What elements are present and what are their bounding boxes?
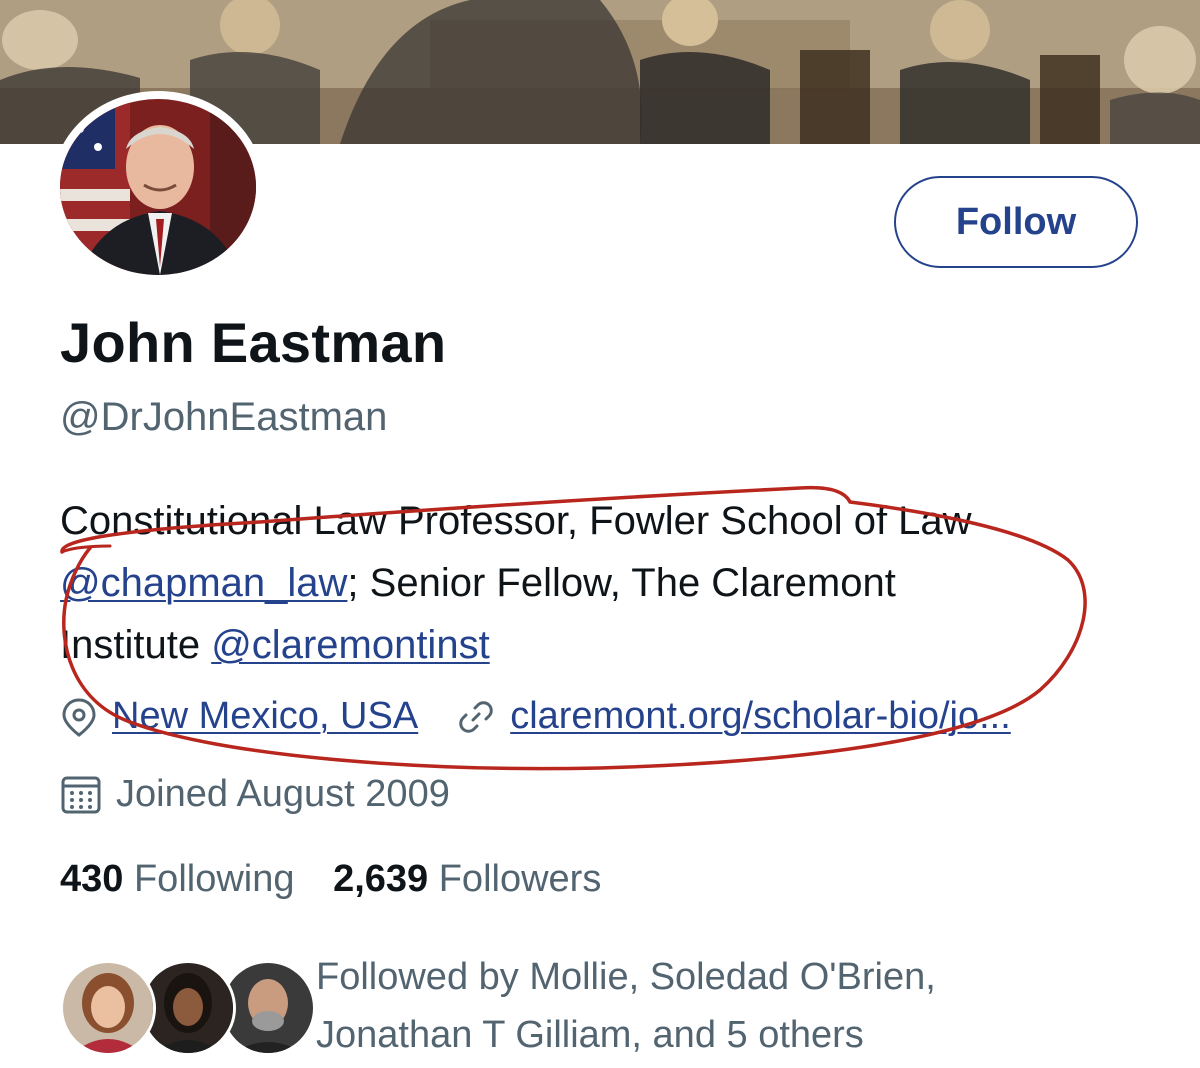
link-icon [458, 699, 510, 735]
bio-line-3: Institute @claremontinst [60, 614, 1160, 676]
avatar-photo [60, 99, 256, 275]
bio-line-2-text: ; Senior Fellow, The Claremont [347, 561, 896, 605]
joined-date: Joined August 2009 [116, 773, 450, 815]
followed-by-line-2: Jonathan T Gilliam, and 5 others [316, 1014, 864, 1056]
follow-stats: 430 Following 2,639 Followers [60, 858, 629, 901]
followers-stat[interactable]: 2,639 Followers [333, 858, 601, 901]
display-name: John Eastman [60, 311, 447, 374]
followed-by-text[interactable]: Followed by Mollie, Soledad O'Brien, Jon… [316, 948, 1176, 1064]
bio-line-1: Constitutional Law Professor, Fowler Sch… [60, 499, 972, 543]
location-pin-icon [60, 697, 112, 737]
follower-avatar [60, 960, 156, 1056]
mention-link-claremontinst[interactable]: @claremontinst [211, 623, 489, 667]
bio-line-2: @chapman_law; Senior Fellow, The Claremo… [60, 552, 1160, 614]
joined-row: Joined August 2009 [60, 773, 450, 816]
followed-by-line-1: Followed by Mollie, Soledad O'Brien, [316, 956, 936, 998]
followers-label: Followers [438, 858, 602, 900]
following-count: 430 [60, 858, 124, 900]
follow-button[interactable]: Follow [894, 176, 1138, 268]
following-label: Following [133, 858, 295, 900]
following-stat[interactable]: 430 Following [60, 858, 295, 901]
mention-link-chapman-law[interactable]: @chapman_law [60, 561, 347, 605]
user-handle: @DrJohnEastman [60, 395, 388, 439]
followers-count: 2,639 [333, 858, 429, 900]
calendar-icon [60, 774, 116, 816]
location-text[interactable]: New Mexico, USA [112, 695, 418, 738]
bio-line-3-text: Institute [60, 623, 212, 667]
profile-bio: Constitutional Law Professor, Fowler Sch… [60, 490, 1160, 676]
website-link[interactable]: claremont.org/scholar-bio/jo... [510, 695, 1011, 738]
followed-by-avatars[interactable] [60, 960, 316, 1060]
profile-avatar[interactable] [52, 91, 264, 283]
profile-meta-row: New Mexico, USA claremont.org/scholar-bi… [60, 695, 1011, 738]
